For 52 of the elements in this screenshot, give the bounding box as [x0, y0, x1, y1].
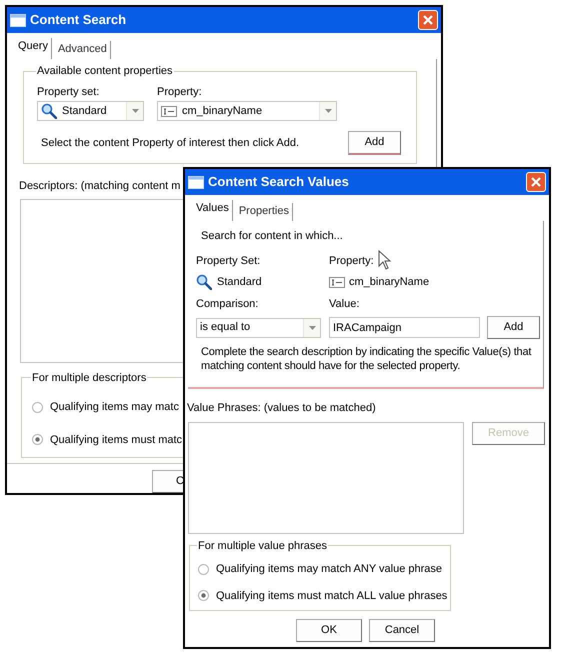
property-icon [329, 276, 345, 288]
hint-text: Select the content Property of interest then click Add. [41, 136, 300, 151]
hint-text: Complete the search description by indicating the specific Value(s) that matching content should have for the selected property. [200, 345, 532, 373]
dropdown-arrow-icon [324, 109, 332, 113]
dropdown[interactable]: cm_binaryName [157, 101, 337, 121]
cursor-icon [378, 250, 391, 270]
close-button[interactable] [526, 172, 546, 192]
field-label: Value: [329, 296, 360, 312]
tab[interactable]: Advanced [54, 40, 111, 59]
input-field[interactable]: IRACampaign [329, 317, 480, 338]
magnifier-icon [196, 274, 212, 290]
dropdown[interactable]: is equal to [196, 318, 321, 338]
tab[interactable]: Query [15, 38, 52, 59]
field-value: cm_binaryName [349, 275, 430, 290]
field-label: Property Set: [196, 254, 262, 268]
group-title: For multiple value phrases [197, 538, 328, 554]
radio-label: Qualifying items must match ALL value phrases [216, 588, 448, 604]
radio-label: Qualifying items must matc [50, 432, 182, 448]
button[interactable]: Add [348, 131, 401, 155]
close-button[interactable] [418, 10, 438, 30]
radio-button[interactable] [198, 590, 209, 602]
radio-button[interactable] [198, 564, 209, 575]
window-title: Content Search Values [208, 173, 349, 192]
radio-button[interactable] [32, 434, 43, 446]
property-icon [161, 106, 177, 116]
dropdown-arrow-icon [132, 109, 138, 113]
group-title: For multiple descriptors [31, 370, 148, 386]
radio-label: Qualifying items may match ANY value phrase [216, 562, 442, 577]
button[interactable]: OK [296, 619, 362, 642]
radio-button[interactable] [32, 402, 43, 413]
list-label: Descriptors: (matching content m [19, 179, 180, 194]
button[interactable]: Add [487, 316, 540, 339]
field-label: Property set: [37, 84, 100, 100]
field-label: Comparison: [196, 296, 260, 312]
list-label: Value Phrases: (values to be matched) [187, 401, 376, 416]
intro-text: Search for content in which... [200, 229, 343, 244]
dropdown[interactable]: Standard [37, 101, 144, 121]
field-label: Property: [157, 84, 202, 100]
dropdown-arrow-icon [308, 326, 316, 330]
close-icon [530, 176, 542, 188]
window-icon [188, 176, 204, 188]
group-title: Available content properties [36, 64, 174, 79]
close-icon [422, 14, 434, 26]
field-value: Standard [217, 275, 262, 290]
radio-label: Qualifying items may matc [50, 400, 179, 415]
field-label: Property: [329, 254, 374, 268]
magnifier-icon [41, 103, 57, 119]
window-icon [10, 14, 26, 26]
button[interactable]: Cancel [369, 619, 435, 642]
tab[interactable]: Values [193, 200, 233, 221]
window-title: Content Search [30, 11, 126, 30]
tab[interactable]: Properties [236, 202, 293, 221]
